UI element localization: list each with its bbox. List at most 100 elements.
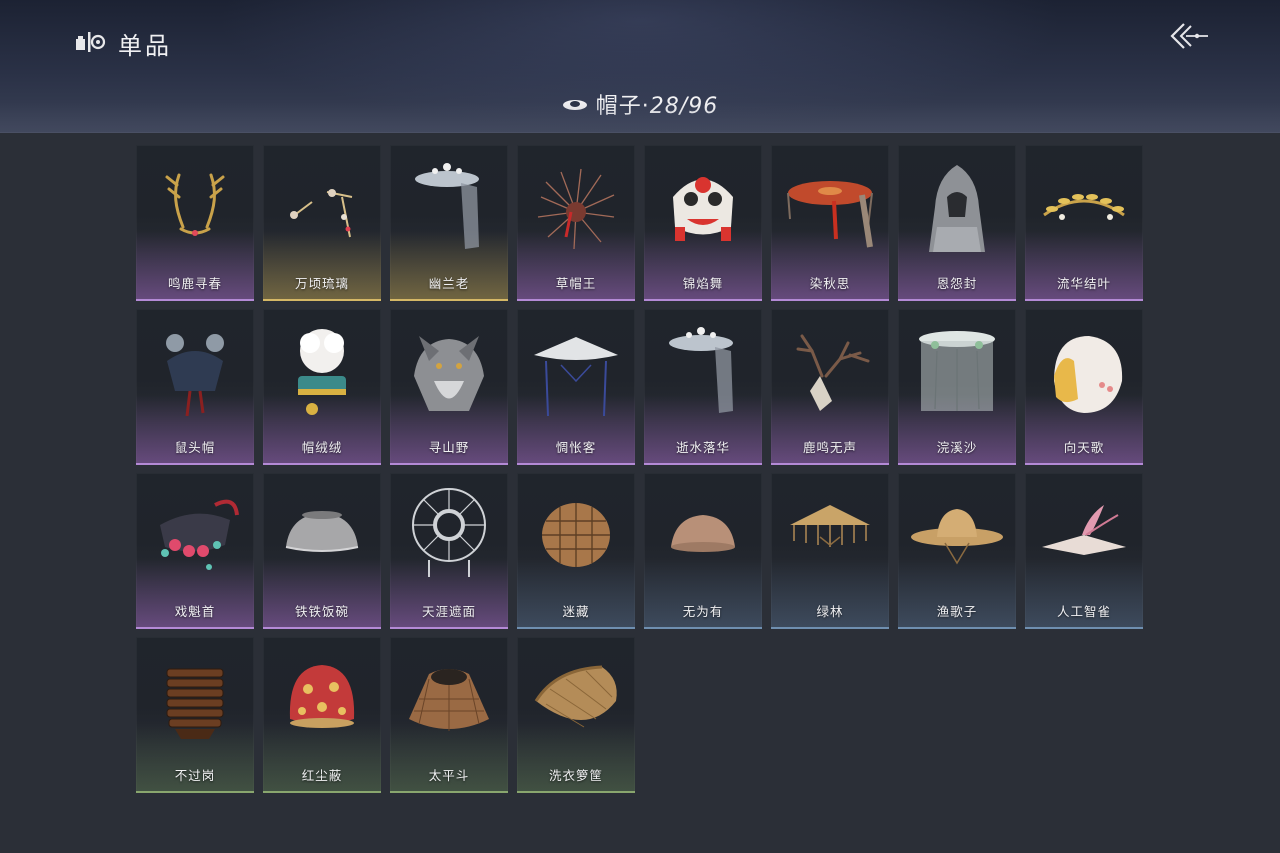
- item-card[interactable]: 鹿鸣无声: [771, 309, 889, 465]
- rarity-bar: [263, 791, 381, 793]
- back-arrow-icon[interactable]: [1164, 20, 1210, 52]
- item-card[interactable]: 戏魁首: [136, 473, 254, 629]
- rarity-bar: [263, 627, 381, 629]
- rarity-bar: [517, 791, 635, 793]
- item-card[interactable]: 渔歌子: [898, 473, 1016, 629]
- item-card[interactable]: 鼠头帽: [136, 309, 254, 465]
- item-name: 寻山野: [428, 440, 470, 455]
- page-title: 单品: [118, 32, 172, 60]
- item-card[interactable]: 铁铁饭碗: [263, 473, 381, 629]
- category-separator: ·: [641, 94, 650, 119]
- item-card[interactable]: 绿林: [771, 473, 889, 629]
- item-name: 迷藏: [562, 604, 590, 619]
- veiled-crown-icon: [669, 327, 733, 413]
- rarity-bar: [517, 627, 635, 629]
- item-card[interactable]: 逝水落华: [644, 309, 762, 465]
- fluffy-hat-icon: [298, 329, 346, 415]
- opera-crown-icon: [160, 499, 239, 570]
- rarity-bar: [1025, 463, 1143, 465]
- bird-hat-icon: [1042, 505, 1126, 555]
- veiled-crown-icon: [415, 163, 479, 249]
- rarity-bar: [771, 627, 889, 629]
- item-name: 流华结叶: [1056, 276, 1111, 291]
- antler-crown-icon: [165, 173, 225, 236]
- item-name: 戏魁首: [174, 604, 216, 619]
- item-name: 太平斗: [428, 768, 470, 783]
- item-card[interactable]: 人工智雀: [1025, 473, 1143, 629]
- rarity-bar: [771, 299, 889, 301]
- item-card[interactable]: 流华结叶: [1025, 145, 1143, 301]
- item-card[interactable]: 迷藏: [517, 473, 635, 629]
- rarity-bar: [390, 463, 508, 465]
- item-card[interactable]: 无为有: [644, 473, 762, 629]
- rarity-bar: [1025, 627, 1143, 629]
- item-card[interactable]: 不过岗: [136, 637, 254, 793]
- rarity-bar: [136, 627, 254, 629]
- item-card[interactable]: 万顷琉璃: [263, 145, 381, 301]
- jeweled-pins-icon: [290, 189, 353, 238]
- item-name: 恩怨封: [936, 276, 978, 291]
- gold-leaf-circlet-icon: [1043, 194, 1125, 220]
- wicker-cone-icon: [409, 669, 489, 731]
- rarity-bar: [771, 463, 889, 465]
- item-name: 绿林: [816, 604, 844, 619]
- item-name: 天涯遮面: [421, 604, 476, 619]
- item-card[interactable]: 锦焰舞: [644, 145, 762, 301]
- rarity-bar: [390, 791, 508, 793]
- item-card[interactable]: 草帽王: [517, 145, 635, 301]
- item-card[interactable]: 太平斗: [390, 637, 508, 793]
- mouse-hat-icon: [166, 334, 224, 417]
- item-card[interactable]: 恩怨封: [898, 145, 1016, 301]
- item-name: 锦焰舞: [682, 276, 724, 291]
- rarity-bar: [136, 463, 254, 465]
- item-card[interactable]: 寻山野: [390, 309, 508, 465]
- rarity-bar: [1025, 299, 1143, 301]
- item-name: 鸣鹿寻春: [167, 276, 222, 291]
- item-name: 幽兰老: [428, 276, 470, 291]
- rarity-bar: [644, 299, 762, 301]
- item-name: 万顷琉璃: [294, 276, 349, 291]
- item-name: 鹿鸣无声: [802, 440, 857, 455]
- item-name: 无为有: [682, 604, 724, 619]
- item-name: 向天歌: [1063, 440, 1105, 455]
- goose-hood-icon: [1054, 336, 1123, 413]
- item-card[interactable]: 惆怅客: [517, 309, 635, 465]
- item-card[interactable]: 染秋思: [771, 145, 889, 301]
- item-grid: 鸣鹿寻春 万顷琉璃 幽兰老 草帽王 锦焰舞 染秋思 恩怨封 流华结叶鼠头帽 帽绒绒 寻山野 惆怅客 逝…: [136, 145, 1143, 793]
- rarity-bar: [136, 791, 254, 793]
- item-name: 逝水落华: [675, 440, 730, 455]
- item-name: 洗衣箩筐: [548, 768, 603, 783]
- item-card[interactable]: 浣溪沙: [898, 309, 1016, 465]
- item-name: 草帽王: [555, 276, 597, 291]
- rarity-bar: [263, 299, 381, 301]
- straw-hat-icon: [911, 509, 1003, 565]
- item-name: 帽绒绒: [301, 440, 343, 455]
- rarity-bar: [517, 299, 635, 301]
- item-card[interactable]: 洗衣箩筐: [517, 637, 635, 793]
- collection-count: 28/96: [649, 94, 719, 119]
- item-name: 浣溪沙: [936, 440, 978, 455]
- item-name: 鼠头帽: [174, 440, 216, 455]
- fringed-straw-hat-icon: [790, 505, 870, 547]
- item-card[interactable]: 红尘蔽: [263, 637, 381, 793]
- item-card[interactable]: 鸣鹿寻春: [136, 145, 254, 301]
- item-card[interactable]: 帽绒绒: [263, 309, 381, 465]
- item-name: 人工智雀: [1056, 604, 1111, 619]
- red-parasol-hat-icon: [787, 181, 873, 248]
- wire-hoop-icon: [412, 488, 486, 577]
- rarity-bar: [390, 627, 508, 629]
- rarity-bar: [517, 463, 635, 465]
- rarity-bar: [390, 299, 508, 301]
- red-hood-icon: [289, 665, 355, 728]
- stacked-bowls-icon: [166, 668, 224, 739]
- rarity-bar: [644, 463, 762, 465]
- item-name: 染秋思: [809, 276, 851, 291]
- item-card[interactable]: 幽兰老: [390, 145, 508, 301]
- item-card[interactable]: 向天歌: [1025, 309, 1143, 465]
- laundry-basket-icon: [534, 665, 617, 728]
- metal-bowl-icon: [285, 511, 359, 552]
- woven-basket-icon: [542, 503, 610, 567]
- item-name: 红尘蔽: [301, 768, 343, 783]
- collection-logo-icon: [76, 32, 106, 52]
- item-card[interactable]: 天涯遮面: [390, 473, 508, 629]
